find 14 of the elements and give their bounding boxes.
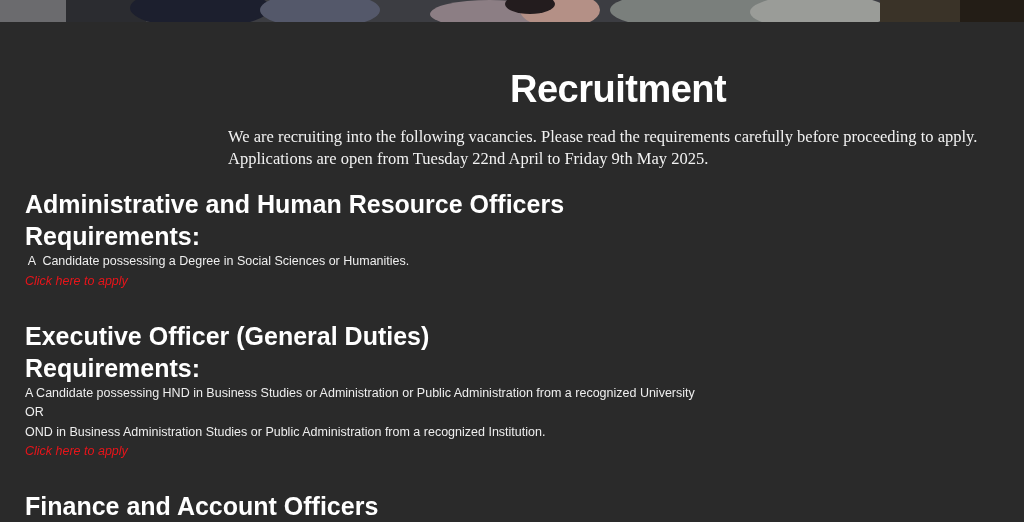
- requirements-heading: Requirements:: [25, 221, 201, 252]
- apply-link[interactable]: Click here to apply: [25, 442, 128, 461]
- page-title: Recruitment: [509, 67, 728, 112]
- vacancy-title: Finance and Account Officers: [25, 491, 379, 522]
- requirement-text: OND in Business Administration Studies or Public Administration from a recognized Institution.: [25, 423, 546, 441]
- intro-text: We are recruiting into the following vacancies. Please read the requirements carefully before proceeding to apply.: [228, 126, 978, 148]
- vacancy-title: Executive Officer (General Duties): [25, 320, 430, 352]
- requirement-text: A Candidate possessing HND in Business Studies or Administration or Public Administration from a recognized University: [25, 384, 695, 402]
- requirement-text: A Candidate possessing a Degree in Social Sciences or Humanities.: [26, 253, 410, 270]
- vacancy-title: Administrative and Human Resource Officers: [25, 189, 565, 220]
- intro-text: Applications are open from Tuesday 22nd April to Friday 9th May 2025.: [228, 148, 709, 170]
- requirement-text: OR: [25, 404, 44, 421]
- apply-link[interactable]: Click here to apply: [25, 271, 128, 291]
- requirements-heading: Requirements:: [25, 352, 201, 384]
